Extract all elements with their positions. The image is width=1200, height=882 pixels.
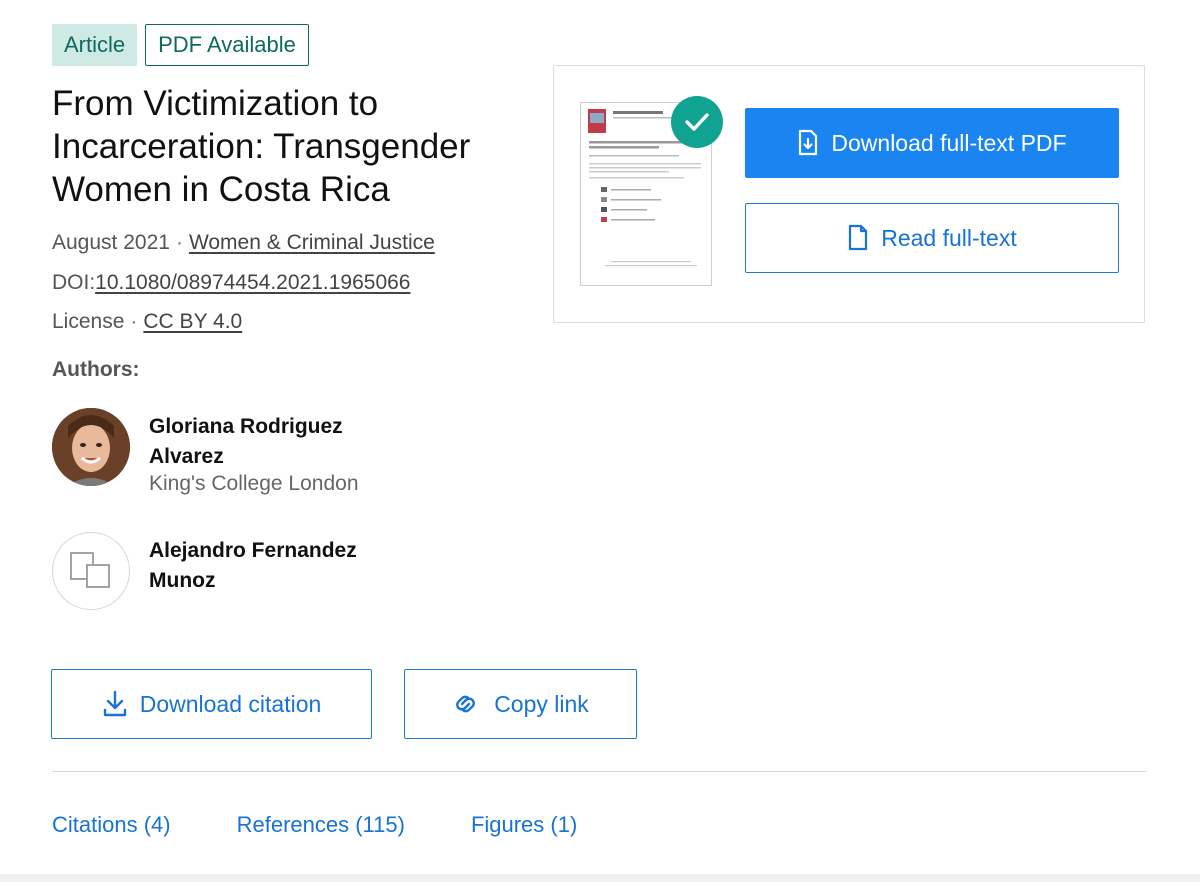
author-name[interactable]: Alejandro Fernandez Munoz bbox=[149, 536, 409, 596]
separator: · bbox=[175, 231, 183, 254]
download-arrow-icon bbox=[103, 690, 126, 717]
meta-doi: DOI:10.1080/08974454.2021.1965066 bbox=[52, 271, 411, 295]
fulltext-panel: Download full-text PDF Read full-text bbox=[553, 65, 1145, 323]
avatar[interactable] bbox=[52, 408, 130, 486]
download-citation-button[interactable]: Download citation bbox=[51, 669, 372, 739]
avatar-photo-icon bbox=[52, 408, 130, 486]
link-icon bbox=[456, 695, 476, 713]
doi-label: DOI: bbox=[52, 271, 96, 294]
doi-link[interactable]: 10.1080/08974454.2021.1965066 bbox=[95, 271, 410, 294]
divider bbox=[52, 771, 1146, 772]
authors-heading: Authors: bbox=[52, 358, 140, 381]
tab-figures[interactable]: Figures (1) bbox=[471, 812, 577, 838]
publication-tabs: Citations (4) References (115) Figures (… bbox=[52, 812, 643, 838]
meta-date-journal: August 2021 · Women & Criminal Justice bbox=[52, 231, 435, 255]
document-icon bbox=[849, 224, 868, 251]
tab-citations[interactable]: Citations (4) bbox=[52, 812, 171, 838]
pdf-available-badge: PDF Available bbox=[145, 24, 309, 66]
file-download-icon bbox=[799, 129, 818, 156]
copy-link-button[interactable]: Copy link bbox=[404, 669, 637, 739]
license-label: License bbox=[52, 310, 125, 333]
check-icon bbox=[671, 96, 723, 148]
journal-link[interactable]: Women & Criminal Justice bbox=[189, 231, 435, 254]
read-fulltext-label: Read full-text bbox=[881, 224, 1017, 251]
author-name[interactable]: Gloriana Rodriguez Alvarez bbox=[149, 412, 409, 472]
author-affiliation[interactable]: King's College London bbox=[149, 472, 359, 496]
publication-page: Article PDF Available From Victimization… bbox=[0, 0, 1200, 882]
download-fulltext-pdf-label: Download full-text PDF bbox=[831, 129, 1067, 156]
tab-references[interactable]: References (115) bbox=[237, 812, 405, 838]
meta-license: License · CC BY 4.0 bbox=[52, 310, 242, 334]
read-fulltext-button[interactable]: Read full-text bbox=[745, 203, 1119, 273]
separator: · bbox=[130, 310, 138, 333]
download-citation-label: Download citation bbox=[139, 690, 322, 717]
publication-title: From Victimization to Incarceration: Tra… bbox=[52, 84, 471, 209]
license-link[interactable]: CC BY 4.0 bbox=[143, 310, 242, 333]
copy-link-label: Copy link bbox=[494, 690, 589, 717]
avatar[interactable] bbox=[52, 532, 130, 610]
badges: Article PDF Available bbox=[52, 24, 309, 66]
download-fulltext-pdf-button[interactable]: Download full-text PDF bbox=[745, 108, 1119, 178]
copy-squares-icon bbox=[70, 552, 110, 588]
publication-date: August 2021 bbox=[52, 231, 170, 254]
bottom-strip bbox=[0, 874, 1200, 882]
article-badge: Article bbox=[52, 24, 138, 66]
